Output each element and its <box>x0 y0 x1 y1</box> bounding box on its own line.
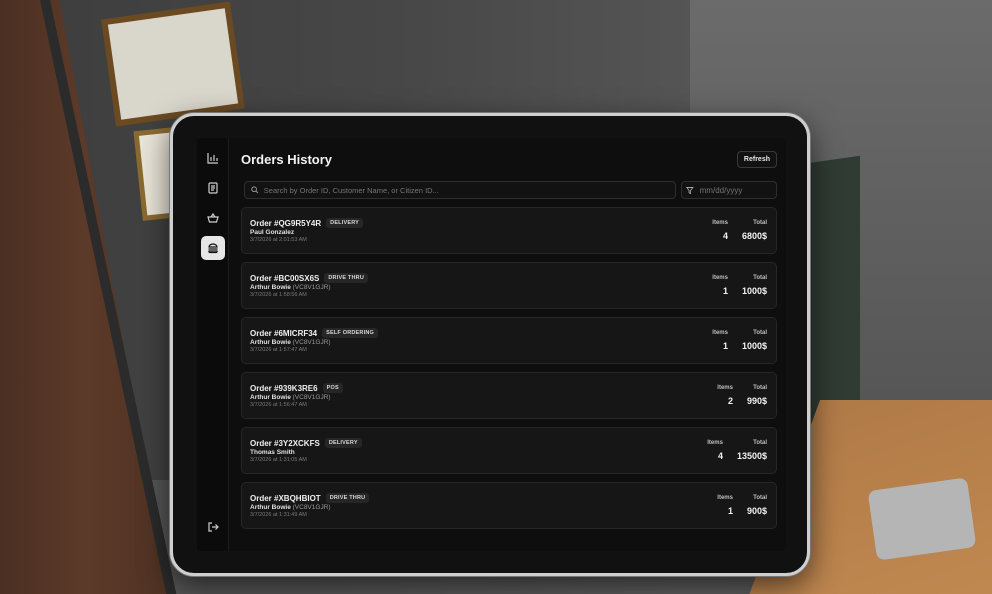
sidebar-item-basket[interactable] <box>201 206 225 230</box>
filter-icon <box>686 186 694 194</box>
order-card[interactable]: Order #6MICRF34 SELF ORDERING Arthur Bow… <box>241 317 777 364</box>
order-date: 3/7/2026 at 2:01:53 AM <box>250 237 307 243</box>
total-label: Total <box>753 220 767 226</box>
order-total: 13500$ <box>736 451 767 461</box>
customer-name: Paul Gonzalez <box>250 229 295 236</box>
tablet-screen: Orders History Refresh Search by Order I… <box>197 138 786 551</box>
items-count: 2 <box>727 396 733 406</box>
citizen-id: (VC8V1GJR) <box>292 284 331 291</box>
logout-button[interactable] <box>201 515 225 539</box>
bar-chart-icon <box>206 153 218 164</box>
items-label: Items <box>712 220 728 226</box>
basket-icon <box>206 212 219 223</box>
order-total: 1000$ <box>741 341 767 351</box>
search-icon <box>251 186 259 194</box>
order-date: 3/7/2026 at 1:56:47 AM <box>250 402 307 408</box>
order-total: 990$ <box>746 396 767 406</box>
total-label: Total <box>753 330 767 336</box>
customer-name: Arthur Bowie (VC8V1GJR) <box>250 284 331 291</box>
items-count: 1 <box>722 286 728 296</box>
items-label: Items <box>717 495 733 501</box>
header: Orders History Refresh <box>241 148 777 170</box>
order-date: 3/7/2026 at 1:58:56 AM <box>250 292 307 298</box>
order-total: 6800$ <box>741 231 767 241</box>
order-type-badge: DRIVE THRU <box>325 493 370 503</box>
order-date: 3/7/2026 at 1:31:49 AM <box>250 512 307 518</box>
order-date: 3/7/2026 at 1:57:47 AM <box>250 347 307 353</box>
order-type-badge: DELIVERY <box>326 218 364 228</box>
customer-name: Arthur Bowie (VC8V1GJR) <box>250 394 331 401</box>
date-input[interactable] <box>699 185 776 195</box>
search-input[interactable] <box>263 185 675 195</box>
main-content: Orders History Refresh Search by Order I… <box>229 138 786 551</box>
items-count: 4 <box>717 451 723 461</box>
order-card[interactable]: Order #XBQHBIOT DRIVE THRU Arthur Bowie … <box>241 482 777 529</box>
citizen-id: (VC8V1GJR) <box>292 339 331 346</box>
logout-icon <box>208 522 219 532</box>
order-card[interactable]: Order #BC00SX6S DRIVE THRU Arthur Bowie … <box>241 262 777 309</box>
total-label: Total <box>753 495 767 501</box>
items-label: Items <box>712 275 728 281</box>
sidebar <box>197 138 229 551</box>
order-total: 1000$ <box>741 286 767 296</box>
order-type-badge: POS <box>322 383 343 393</box>
orders-list: Order #QG9R5Y4R DELIVERY Paul Gonzalez 3… <box>241 207 777 529</box>
filters-bar <box>241 181 777 199</box>
items-count: 1 <box>722 341 728 351</box>
order-type-badge: DELIVERY <box>324 438 362 448</box>
total-label: Total <box>753 440 767 446</box>
total-label: Total <box>753 275 767 281</box>
desk-phone <box>867 477 977 561</box>
items-count: 1 <box>727 506 733 516</box>
items-label: Items <box>717 385 733 391</box>
order-total: 900$ <box>746 506 767 516</box>
sidebar-item-orders[interactable] <box>200 236 225 260</box>
order-id: Order #QG9R5Y4R <box>250 218 322 228</box>
wall-certificate <box>101 1 245 127</box>
items-label: Items <box>707 440 723 446</box>
order-id: Order #3Y2XCKFS <box>250 438 320 448</box>
order-date: 3/7/2026 at 1:31:05 AM <box>250 457 307 463</box>
sidebar-item-menu[interactable] <box>201 176 225 200</box>
burger-icon <box>207 243 218 254</box>
page-title: Orders History <box>241 151 333 167</box>
order-type-badge: SELF ORDERING <box>322 328 378 338</box>
citizen-id: (VC8V1GJR) <box>292 504 331 511</box>
order-id: Order #6MICRF34 <box>250 328 318 338</box>
customer-name: Arthur Bowie (VC8V1GJR) <box>250 339 331 346</box>
order-id: Order #939K3RE6 <box>250 383 318 393</box>
order-type-badge: DRIVE THRU <box>324 273 368 283</box>
receipt-icon <box>207 182 218 194</box>
order-card[interactable]: Order #939K3RE6 POS Arthur Bowie (VC8V1G… <box>241 372 777 419</box>
sidebar-item-stats[interactable] <box>201 146 225 170</box>
customer-name: Thomas Smith <box>250 449 295 456</box>
refresh-button[interactable]: Refresh <box>736 150 777 168</box>
order-card[interactable]: Order #3Y2XCKFS DELIVERY Thomas Smith 3/… <box>241 427 777 474</box>
tablet-device: Orders History Refresh Search by Order I… <box>170 113 810 576</box>
items-count: 4 <box>722 231 728 241</box>
total-label: Total <box>753 385 767 391</box>
citizen-id: (VC8V1GJR) <box>292 394 331 401</box>
items-label: Items <box>712 330 728 336</box>
search-box[interactable] <box>244 181 676 199</box>
date-filter[interactable] <box>681 181 777 199</box>
customer-name: Arthur Bowie (VC8V1GJR) <box>250 504 331 511</box>
order-id: Order #XBQHBIOT <box>250 493 321 503</box>
order-id: Order #BC00SX6S <box>250 273 320 283</box>
order-card[interactable]: Order #QG9R5Y4R DELIVERY Paul Gonzalez 3… <box>241 207 777 254</box>
